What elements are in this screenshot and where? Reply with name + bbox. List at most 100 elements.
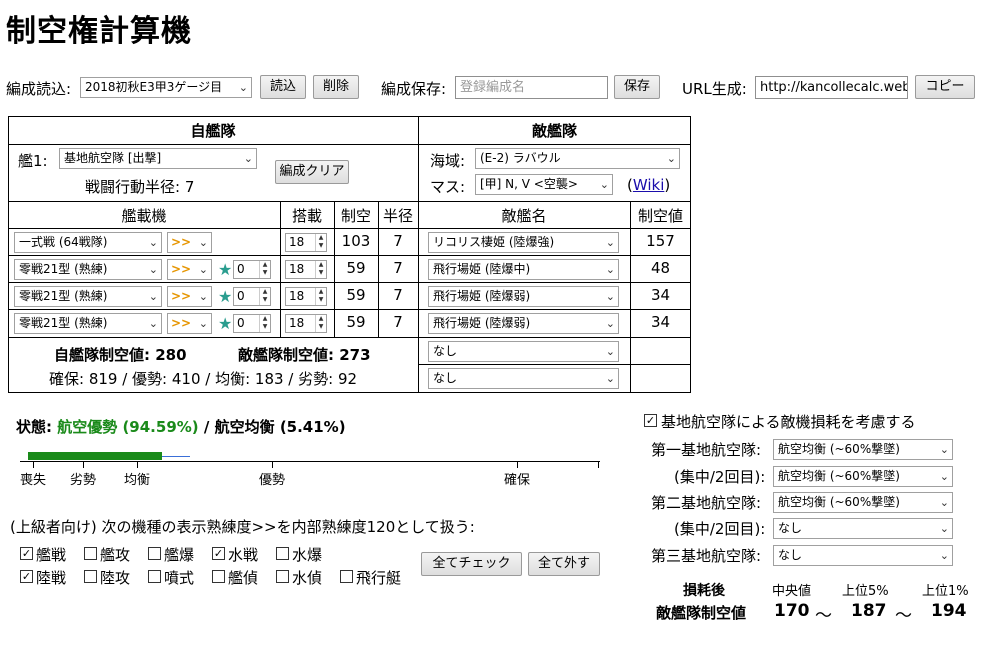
enemy-ship-select[interactable]: 飛行場姫 (陸爆弱) ⌄ bbox=[428, 286, 619, 307]
page-title: 制空権計算機 bbox=[6, 14, 192, 49]
type-checkbox[interactable] bbox=[84, 570, 97, 583]
consider-base-checkbox[interactable]: ✓ bbox=[644, 414, 657, 427]
base-result-select[interactable]: なし ⌄ bbox=[773, 518, 953, 539]
ship-select[interactable]: 基地航空隊 [出撃] ⌄ bbox=[59, 148, 257, 169]
load-select[interactable]: 2018初秋E3甲3ゲージ目 ⌄ bbox=[80, 77, 252, 98]
bar-tick-label: 劣勢 bbox=[69, 473, 97, 488]
base-result-value: 航空均衡 (~60%撃墜) bbox=[778, 495, 900, 509]
median-value: 170 bbox=[774, 601, 810, 621]
base-row-label: 第三基地航空隊: bbox=[651, 547, 762, 565]
proficiency-value: >> bbox=[171, 316, 192, 330]
type-checkbox[interactable] bbox=[84, 547, 97, 560]
type-checkbox[interactable] bbox=[340, 570, 353, 583]
type-checkbox[interactable]: ✓ bbox=[20, 570, 33, 583]
plane-select[interactable]: 零戦21型 (熟練) ⌄ bbox=[14, 286, 162, 307]
type-checkbox[interactable] bbox=[212, 570, 225, 583]
col-slot: 搭載 bbox=[291, 207, 322, 225]
spinner-arrows-icon[interactable]: ▲ ▼ bbox=[259, 288, 270, 305]
own-fleet-header: 自艦隊 bbox=[190, 122, 236, 140]
slot-stepper[interactable]: 18 ▲ ▼ bbox=[285, 314, 327, 333]
enemy-fleet-header: 敵艦隊 bbox=[531, 122, 577, 140]
bar-tick bbox=[517, 462, 518, 468]
chevron-down-icon: ⌄ bbox=[605, 290, 615, 303]
load-button[interactable]: 読込 bbox=[260, 75, 306, 99]
enemy-ship-select[interactable]: なし ⌄ bbox=[428, 341, 619, 362]
enemy-ship-select[interactable]: 飛行場姫 (陸爆弱) ⌄ bbox=[428, 313, 619, 334]
type-checkbox-label: 水偵 bbox=[292, 569, 323, 587]
type-checkbox[interactable] bbox=[148, 570, 161, 583]
spinner-arrows-icon[interactable]: ▲ ▼ bbox=[315, 234, 326, 251]
base-result-select[interactable]: 航空均衡 (~60%撃墜) ⌄ bbox=[773, 466, 953, 487]
own-air-total: 自艦隊制空値: 280 bbox=[54, 346, 187, 364]
check-all-button[interactable]: 全てチェック bbox=[421, 552, 522, 576]
base-row-label: (集中/2回目): bbox=[674, 468, 766, 486]
copy-button[interactable]: コピー bbox=[915, 75, 975, 99]
type-checkbox[interactable]: ✓ bbox=[212, 547, 225, 560]
save-name-input[interactable]: 登録編成名 bbox=[455, 76, 608, 99]
top1-value: 194 bbox=[931, 601, 967, 621]
slot-stepper[interactable]: 18 ▲ ▼ bbox=[285, 260, 327, 279]
combat-radius: 戦闘行動半径: 7 bbox=[85, 178, 195, 196]
status-secondary: 航空均衡 (5.41%) bbox=[214, 418, 346, 436]
chevron-down-icon: ⌄ bbox=[198, 317, 208, 330]
plane-name: 零戦21型 (熟練) bbox=[19, 262, 108, 276]
table-divider bbox=[8, 337, 691, 338]
chevron-down-icon: ⌄ bbox=[939, 470, 949, 483]
status-primary: 航空優勢 (94.59%) bbox=[57, 418, 199, 436]
plane-select[interactable]: 零戦21型 (熟練) ⌄ bbox=[14, 313, 162, 334]
spinner-arrows-icon[interactable]: ▲ ▼ bbox=[259, 315, 270, 332]
base-result-value: なし bbox=[778, 521, 803, 535]
table-divider bbox=[8, 201, 691, 202]
type-checkbox-label: 艦攻 bbox=[100, 546, 131, 564]
save-button[interactable]: 保存 bbox=[614, 75, 660, 99]
base-result-value: なし bbox=[778, 548, 803, 562]
type-checkbox[interactable] bbox=[276, 547, 289, 560]
slot-value: 18 bbox=[289, 262, 305, 276]
delete-button[interactable]: 削除 bbox=[313, 75, 359, 99]
spinner-arrows-icon[interactable]: ▲ ▼ bbox=[315, 315, 326, 332]
improvement-stepper[interactable]: 0 ▲ ▼ bbox=[233, 287, 271, 306]
proficiency-select[interactable]: >> ⌄ bbox=[167, 232, 212, 253]
enemy-ship-select[interactable]: 飛行場姫 (陸爆中) ⌄ bbox=[428, 259, 619, 280]
base-result-select[interactable]: 航空均衡 (~60%撃墜) ⌄ bbox=[773, 492, 953, 513]
col-enemy-name: 敵艦名 bbox=[501, 207, 547, 225]
area-select[interactable]: (E-2) ラバウル ⌄ bbox=[475, 148, 680, 169]
col-radius: 半径 bbox=[382, 207, 413, 225]
plane-select[interactable]: 零戦21型 (熟練) ⌄ bbox=[14, 259, 162, 280]
chevron-down-icon: ⌄ bbox=[198, 290, 208, 303]
url-field[interactable]: http://kancollecalc.web.fc bbox=[755, 76, 908, 99]
slot-stepper[interactable]: 18 ▲ ▼ bbox=[285, 287, 327, 306]
radius-value: 7 bbox=[393, 259, 403, 277]
tilde-2: 〜 bbox=[895, 606, 912, 626]
wiki-link[interactable]: Wiki bbox=[633, 176, 665, 194]
spinner-arrows-icon[interactable]: ▲ ▼ bbox=[315, 261, 326, 278]
col-top1: 上位1% bbox=[922, 584, 969, 599]
air-value: 59 bbox=[346, 259, 366, 277]
clear-fleet-button[interactable]: 編成クリア bbox=[275, 160, 349, 184]
proficiency-select[interactable]: >> ⌄ bbox=[167, 313, 212, 334]
slot-stepper[interactable]: 18 ▲ ▼ bbox=[285, 233, 327, 252]
type-checkbox[interactable] bbox=[148, 547, 161, 560]
type-checkbox[interactable]: ✓ bbox=[20, 547, 33, 560]
col-enemy-air: 制空値 bbox=[637, 207, 683, 225]
improvement-stepper[interactable]: 0 ▲ ▼ bbox=[233, 260, 271, 279]
cell-select[interactable]: [甲] N, V <空襲> ⌄ bbox=[475, 174, 613, 195]
type-checkbox[interactable] bbox=[276, 570, 289, 583]
uncheck-all-button[interactable]: 全て外す bbox=[528, 552, 600, 576]
improvement-stepper[interactable]: 0 ▲ ▼ bbox=[233, 314, 271, 333]
chevron-down-icon: ⌄ bbox=[939, 496, 949, 509]
spinner-arrows-icon[interactable]: ▲ ▼ bbox=[315, 288, 326, 305]
plane-select[interactable]: 一式戦 (64戦隊) ⌄ bbox=[14, 232, 162, 253]
enemy-ship-select[interactable]: なし ⌄ bbox=[428, 368, 619, 389]
bar-fill bbox=[28, 452, 162, 460]
spinner-arrows-icon[interactable]: ▲ ▼ bbox=[259, 261, 270, 278]
enemy-air-value: 34 bbox=[650, 313, 671, 331]
base-result-select[interactable]: なし ⌄ bbox=[773, 545, 953, 566]
col-air: 制空 bbox=[340, 207, 371, 225]
proficiency-select[interactable]: >> ⌄ bbox=[167, 286, 212, 307]
base-result-select[interactable]: 航空均衡 (~60%撃墜) ⌄ bbox=[773, 439, 953, 460]
result-title1: 損耗後 bbox=[683, 583, 725, 599]
proficiency-select[interactable]: >> ⌄ bbox=[167, 259, 212, 280]
enemy-ship-select[interactable]: リコリス棲姫 (陸爆強) ⌄ bbox=[428, 232, 619, 253]
base-row-label: (集中/2回目): bbox=[674, 520, 766, 538]
